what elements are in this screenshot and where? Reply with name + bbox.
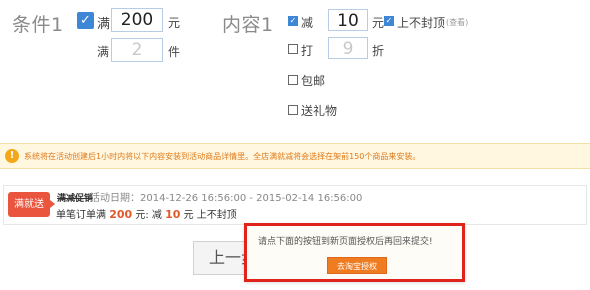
condition-amount-label: 满 [97, 17, 111, 32]
notice-text: 系统将在活动创建后1小时内将以下内容安装到活动商品详情里。全店满就减将会选择在架… [24, 152, 421, 161]
reduce-checkbox[interactable]: ✓ [288, 16, 298, 26]
detail-mid: 元: 减 [135, 210, 162, 221]
activity-item: 满就送 满减促销 活动日期：2014-12-26 16:56:00 - 2015… [3, 185, 587, 225]
nocap-checkbox[interactable]: ✓ [384, 16, 394, 26]
popup-message: 请点下面的按钮到新页面授权后再回来提交! [258, 237, 433, 247]
discount-label: 打 [301, 44, 314, 58]
detail-discount: 10 [165, 208, 181, 221]
nocap-label: 上不封顶 [397, 16, 446, 30]
authorization-popup: 请点下面的按钮到新页面授权后再回来提交! 去淘宝授权 [244, 223, 465, 282]
discount-input[interactable]: 9 [328, 37, 368, 59]
condition-count-label: 满 [97, 45, 110, 59]
reduce-label: 减 [301, 16, 314, 30]
content-title: 内容1 [222, 14, 274, 36]
gift-checkbox[interactable] [288, 105, 298, 115]
notice-bar: ! 系统将在活动创建后1小时内将以下内容安装到活动商品详情里。全店满就减将会选择… [0, 143, 590, 169]
condition-amount-input[interactable]: 200 [111, 8, 163, 32]
reduce-unit: 元 [372, 16, 385, 30]
activity-name: 满减促销 [57, 194, 94, 204]
condition-count-input[interactable]: 2 [111, 38, 163, 62]
detail-amount: 200 [109, 208, 133, 221]
info-icon: ! [5, 149, 19, 163]
activity-detail: 单笔订单满 200 元: 减 10 元 上不封顶 [56, 206, 237, 221]
discount-unit: 折 [372, 44, 385, 58]
gift-label: 送礼物 [301, 104, 338, 118]
detail-prefix: 单笔订单满 [56, 210, 106, 221]
condition-title: 条件1 [12, 14, 64, 36]
activity-date: 活动日期：2014-12-26 16:56:00 - 2015-02-14 16… [90, 193, 363, 204]
free-shipping-label: 包邮 [301, 74, 326, 88]
taobao-auth-button[interactable]: 去淘宝授权 [327, 257, 387, 274]
condition-amount-unit: 元 [168, 16, 181, 30]
discount-checkbox[interactable] [288, 44, 298, 54]
detail-suffix: 元 上不封顶 [183, 210, 237, 221]
free-shipping-checkbox[interactable] [288, 75, 298, 85]
condition-amount-checkbox[interactable]: ✓ [77, 12, 94, 29]
nocap-view-link[interactable]: (查看) [446, 17, 468, 28]
reduce-input[interactable]: 10 [328, 9, 368, 31]
condition-count-unit: 件 [168, 45, 181, 59]
activity-badge: 满就送 [8, 192, 55, 217]
